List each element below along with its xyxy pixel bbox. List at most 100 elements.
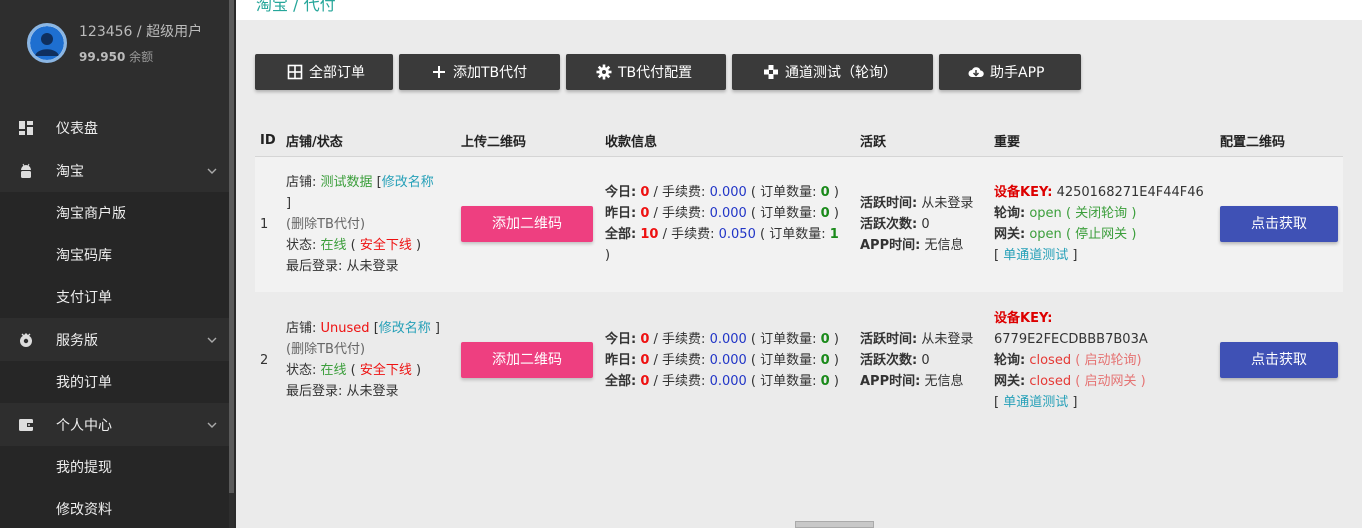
active-time-label: 活跃时间: (860, 331, 918, 347)
balance-label: 余额 (129, 50, 154, 64)
button-label: 添加TB代付 (453, 65, 528, 81)
today-fee: 0.000 (709, 185, 747, 201)
col-header-id: ID (255, 126, 281, 157)
poll-action-link[interactable]: 启动轮询 (1084, 353, 1136, 368)
gear-icon (596, 64, 612, 80)
poll-action-link[interactable]: 关闭轮询 (1075, 206, 1127, 221)
today-label: 今日: (605, 331, 637, 347)
fee-label: 手续费: (662, 185, 706, 201)
active-count-value: 0 (921, 216, 930, 232)
count-label: 订单数量: (760, 206, 817, 222)
sidebar-item-label: 服务版 (56, 332, 98, 349)
sidebar-item-dashboard[interactable]: 仪表盘 (0, 106, 229, 149)
yesterday-count: 0 (820, 352, 830, 368)
upload-cell: 添加二维码 (456, 156, 600, 292)
active-time-value: 从未登录 (921, 195, 974, 211)
safe-offline-link[interactable]: 安全下线 (360, 363, 412, 378)
today-count: 0 (820, 185, 830, 201)
android-icon (21, 163, 31, 178)
sidebar-item-label: 我的提现 (56, 460, 112, 476)
sidebar-item-taobao-code[interactable]: 淘宝码库 (0, 234, 229, 276)
username: 123456 (79, 24, 133, 40)
bottom-scroll-thumb[interactable] (795, 521, 874, 528)
device-key-label: 设备KEY: (994, 310, 1053, 326)
sidebar-item-taobao-merchant[interactable]: 淘宝商户版 (0, 192, 229, 234)
sidebar-item-pay-orders[interactable]: 支付订单 (0, 276, 229, 318)
single-test-link[interactable]: 单通道测试 (1003, 248, 1068, 263)
income-cell: 今日: 0 / 手续费: 0.000 ( 订单数量: 0 ) 昨日: 0 / 手… (605, 331, 839, 389)
today-count: 0 (820, 331, 830, 347)
total-fee: 0.050 (718, 227, 756, 243)
avatar[interactable] (27, 23, 67, 63)
get-qr-button[interactable]: 点击获取 (1220, 206, 1338, 243)
safe-offline-link[interactable]: 安全下线 (360, 238, 412, 253)
button-label: TB代付配置 (618, 65, 693, 81)
yesterday-fee: 0.000 (709, 206, 747, 222)
gateway-action-link[interactable]: 停止网关 (1075, 227, 1127, 242)
today-amount: 0 (640, 185, 650, 201)
helper-app-button[interactable]: 助手APP (939, 54, 1081, 90)
gateway-action-link[interactable]: 启动网关 (1084, 374, 1136, 389)
toolbar: 全部订单 添加TB代付 TB代付配置 通道测试（轮询） 助手APP (255, 54, 1081, 90)
delete-link[interactable]: 删除TB代付 (291, 217, 360, 232)
add-qr-button[interactable]: 添加二维码 (461, 206, 593, 243)
yesterday-label: 昨日: (605, 352, 637, 368)
app-time-value: 无信息 (924, 373, 964, 389)
important-cell: 设备KEY: 6779E2FECDBBB7B03A 轮询: closed ( 启… (994, 310, 1148, 410)
app-time-label: APP时间: (860, 373, 921, 389)
sidebar-item-personal[interactable]: 个人中心 (0, 403, 229, 446)
yesterday-fee: 0.000 (709, 352, 747, 368)
yesterday-label: 昨日: (605, 206, 637, 222)
gateway-state: open (1029, 227, 1062, 243)
channel-test-button[interactable]: 通道测试（轮询） (732, 54, 933, 90)
sidebar-item-taobao[interactable]: 淘宝 (0, 149, 229, 192)
device-key-value: 6779E2FECDBBB7B03A (994, 331, 1148, 347)
shop-name: Unused (320, 321, 370, 336)
poll-state: open (1029, 206, 1062, 222)
sidebar-item-label: 修改资料 (56, 502, 112, 518)
important-cell: 设备KEY: 4250168271E4F44F46 轮询: open ( 关闭轮… (989, 156, 1215, 292)
config-cell: 点击获取 (1215, 292, 1343, 428)
config-cell: 点击获取 (1215, 156, 1343, 292)
active-cell: 活跃时间: 从未登录 活跃次数: 0 APP时间: 无信息 (855, 156, 989, 292)
col-header-active: 活跃 (855, 126, 989, 157)
sidebar-item-edit-profile[interactable]: 修改资料 (0, 488, 229, 528)
user-separator: / (136, 24, 142, 40)
device-key-label: 设备KEY: (994, 185, 1053, 201)
chevron-down-icon (207, 168, 217, 174)
user-role: 超级用户 (146, 24, 203, 40)
active-cell: 活跃时间: 从未登录 活跃次数: 0 APP时间: 无信息 (855, 292, 989, 428)
all-orders-button[interactable]: 全部订单 (255, 54, 393, 90)
sidebar-item-my-withdraw[interactable]: 我的提现 (0, 446, 229, 488)
yesterday-count: 0 (820, 206, 830, 222)
cloud-download-icon (968, 67, 984, 77)
dashboard-icon (19, 121, 33, 135)
add-tb-button[interactable]: 添加TB代付 (399, 54, 560, 90)
button-label: 全部订单 (309, 65, 365, 81)
add-qr-button[interactable]: 添加二维码 (461, 342, 593, 378)
sidebar-item-my-orders[interactable]: 我的订单 (0, 361, 229, 403)
user-panel: 123456 / 超级用户 99.950 余额 (0, 0, 229, 100)
gamepad-icon (764, 65, 778, 79)
plus-icon (433, 66, 445, 78)
col-header-important: 重要 (989, 126, 1215, 157)
delete-link[interactable]: 删除TB代付 (291, 342, 360, 357)
tb-config-button[interactable]: TB代付配置 (566, 54, 726, 90)
button-label: 助手APP (990, 65, 1045, 81)
sidebar-item-service[interactable]: 服务版 (0, 318, 229, 361)
rename-link[interactable]: 修改名称 (379, 321, 431, 336)
sidebar-item-label: 我的订单 (56, 375, 112, 391)
status-value: 在线 (320, 237, 347, 253)
income-cell: 今日: 0 / 手续费: 0.000 ( 订单数量: 0 ) 昨日: 0 / 手… (600, 156, 855, 292)
gateway-label: 网关: (994, 227, 1026, 243)
total-amount: 0 (640, 373, 650, 389)
rename-link[interactable]: 修改名称 (382, 175, 434, 190)
single-test-link[interactable]: 单通道测试 (1003, 395, 1068, 410)
wallet-icon (19, 419, 33, 431)
total-count: 1 (829, 227, 839, 243)
today-amount: 0 (640, 331, 650, 347)
count-label: 订单数量: (760, 331, 817, 347)
get-qr-button[interactable]: 点击获取 (1220, 342, 1338, 378)
device-key-value: 4250168271E4F44F46 (1056, 185, 1204, 201)
sidebar: 123456 / 超级用户 99.950 余额 仪表盘 淘宝 淘宝商户版 淘宝码… (0, 0, 236, 528)
